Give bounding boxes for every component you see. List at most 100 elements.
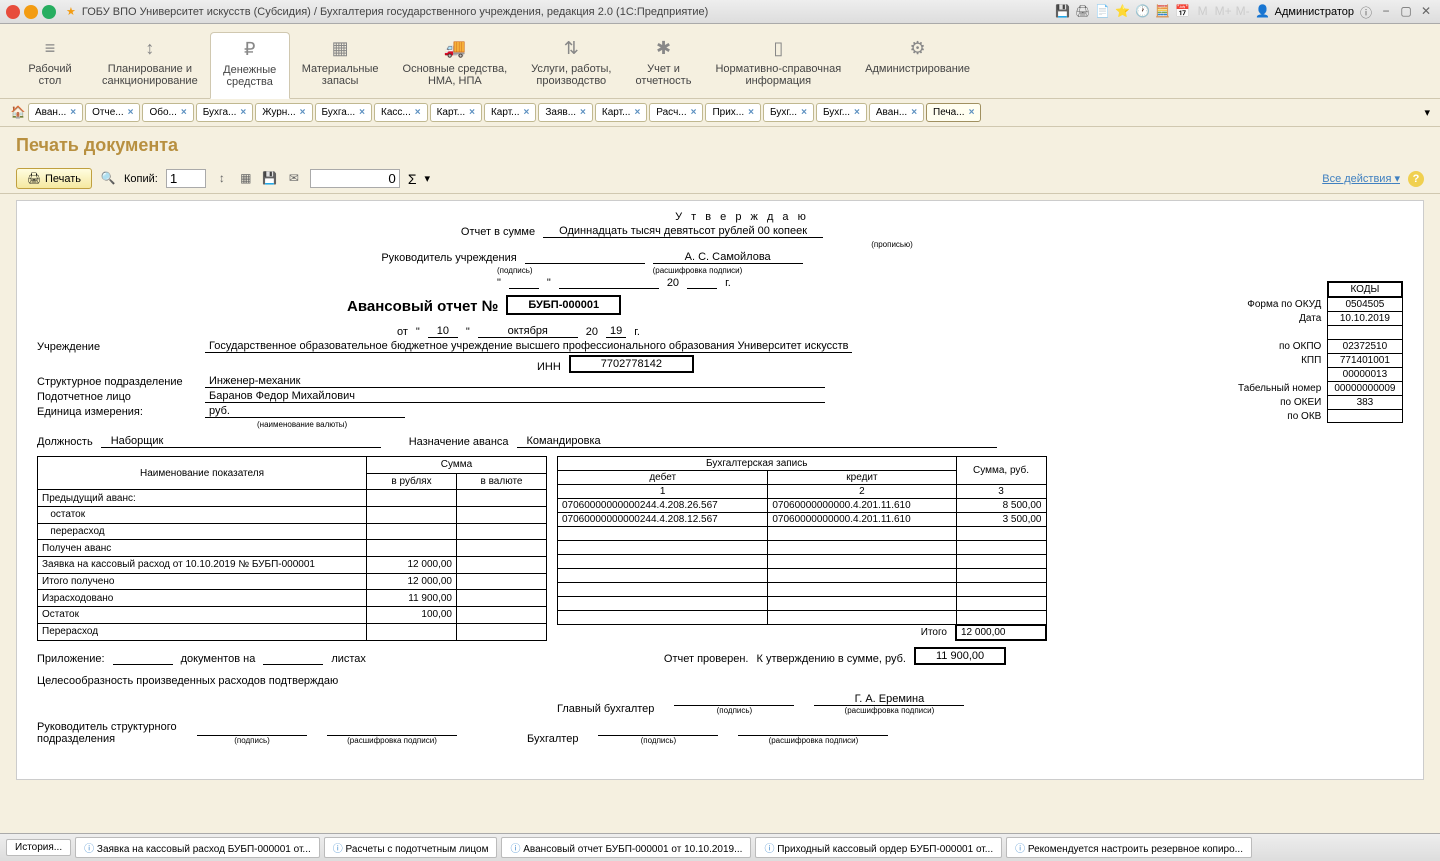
- tab[interactable]: Расч...×: [649, 103, 703, 122]
- m-icon[interactable]: M: [1195, 4, 1211, 20]
- head-label: Руководитель учреждения: [381, 252, 516, 264]
- preview-icon[interactable]: 🔍: [100, 171, 116, 187]
- minimize-icon[interactable]: [24, 5, 38, 19]
- doc-icon[interactable]: 📄: [1095, 4, 1111, 20]
- table-row: Заявка на кассовый расход от 10.10.2019 …: [38, 557, 547, 574]
- tab[interactable]: Карт...×: [595, 103, 647, 122]
- all-actions-link[interactable]: Все действия ▾: [1322, 172, 1400, 185]
- nav-item[interactable]: ↕Планирование исанкционирование: [90, 32, 210, 98]
- tab[interactable]: Бухг...×: [816, 103, 867, 122]
- right-table: Бухгалтерская записьСумма, руб. дебеткре…: [557, 456, 1047, 641]
- report-sum-label: Отчет в сумме: [461, 226, 535, 238]
- report-sum: Одиннадцать тысяч девятьсот рублей 00 ко…: [543, 225, 823, 238]
- fav-icon[interactable]: ⭐: [1115, 4, 1131, 20]
- history-button[interactable]: История...: [6, 839, 71, 856]
- table-row: [558, 597, 1047, 611]
- status-item[interactable]: ⓘ Рекомендуется настроить резервное копи…: [1006, 837, 1252, 858]
- sigma-icon[interactable]: Σ: [408, 171, 417, 187]
- help-icon[interactable]: ?: [1408, 171, 1424, 187]
- copies-input[interactable]: [166, 169, 206, 188]
- tab[interactable]: Карт...×: [484, 103, 536, 122]
- head-name: А. С. Самойлова: [653, 251, 803, 264]
- close-icon[interactable]: [6, 5, 20, 19]
- tab[interactable]: Бухг...×: [763, 103, 814, 122]
- cal-icon[interactable]: 📅: [1175, 4, 1191, 20]
- status-item[interactable]: ⓘ Приходный кассовый ордер БУБП-000001 о…: [755, 837, 1002, 858]
- nav-item[interactable]: ≡Рабочийстол: [10, 32, 90, 98]
- tab[interactable]: Обо...×: [142, 103, 193, 122]
- tab-close-icon[interactable]: ×: [911, 107, 917, 118]
- mail-icon[interactable]: ✉: [286, 171, 302, 187]
- tab-close-icon[interactable]: ×: [524, 107, 530, 118]
- tab[interactable]: Карт...×: [430, 103, 482, 122]
- tab-close-icon[interactable]: ×: [70, 107, 76, 118]
- mplus-icon[interactable]: M+: [1215, 4, 1231, 20]
- save-icon[interactable]: 💾: [1055, 4, 1071, 20]
- tab-close-icon[interactable]: ×: [128, 107, 134, 118]
- table-row: [558, 569, 1047, 583]
- user-name: Администратор: [1275, 6, 1354, 18]
- tab[interactable]: Журн...×: [255, 103, 312, 122]
- document-area[interactable]: У т в е р ж д а ю Отчет в сумме Одиннадц…: [16, 200, 1424, 780]
- inn-label: ИНН: [537, 361, 561, 373]
- tab[interactable]: Касс...×: [374, 103, 428, 122]
- approve-header: У т в е р ж д а ю: [437, 211, 1047, 223]
- tab-close-icon[interactable]: ×: [415, 107, 421, 118]
- print-icon[interactable]: 🖨: [1075, 4, 1091, 20]
- exit-icon[interactable]: ✕: [1418, 4, 1434, 20]
- tab-close-icon[interactable]: ×: [801, 107, 807, 118]
- nav-item[interactable]: ⚙Администрирование: [853, 32, 982, 98]
- star-icon[interactable]: ★: [66, 5, 76, 18]
- num-input[interactable]: [310, 169, 400, 188]
- tabs-dropdown-icon[interactable]: ▾: [1424, 106, 1430, 119]
- maximize-icon[interactable]: [42, 5, 56, 19]
- tab-close-icon[interactable]: ×: [300, 107, 306, 118]
- doc-title: Авансовый отчет №: [347, 298, 498, 315]
- tab-close-icon[interactable]: ×: [359, 107, 365, 118]
- grid-icon[interactable]: ▦: [238, 171, 254, 187]
- tab[interactable]: Бухга...×: [196, 103, 254, 122]
- nav-item[interactable]: ⇅Услуги, работы,производство: [519, 32, 623, 98]
- clock-icon[interactable]: 🕐: [1135, 4, 1151, 20]
- tab-close-icon[interactable]: ×: [969, 107, 975, 118]
- tab-close-icon[interactable]: ×: [469, 107, 475, 118]
- tab[interactable]: Аван...×: [28, 103, 83, 122]
- tab[interactable]: Заяв...×: [538, 103, 593, 122]
- tab-close-icon[interactable]: ×: [634, 107, 640, 118]
- nav-item[interactable]: ▦Материальныезапасы: [290, 32, 391, 98]
- nav-item[interactable]: ₽Денежныесредства: [210, 32, 290, 99]
- tab-close-icon[interactable]: ×: [580, 107, 586, 118]
- print-button[interactable]: 🖨 Печать: [16, 168, 92, 189]
- disk-icon[interactable]: 💾: [262, 171, 278, 187]
- calc-icon[interactable]: 🧮: [1155, 4, 1171, 20]
- nav-item[interactable]: 🚚Основные средства,НМА, НПА: [391, 32, 520, 98]
- tab[interactable]: Отче...×: [85, 103, 140, 122]
- tab-close-icon[interactable]: ×: [691, 107, 697, 118]
- codes-table: КОДЫ Форма по ОКУД0504505 Дата10.10.2019…: [1232, 281, 1403, 423]
- tab[interactable]: Печа...×: [926, 103, 981, 122]
- table-row: [558, 583, 1047, 597]
- home-icon[interactable]: 🏠: [10, 105, 26, 121]
- tab[interactable]: Бухга...×: [315, 103, 373, 122]
- max-icon[interactable]: ▢: [1398, 4, 1414, 20]
- info-icon[interactable]: ⓘ: [1358, 4, 1374, 20]
- tab-close-icon[interactable]: ×: [240, 107, 246, 118]
- propisyu-hint: (прописью): [737, 240, 1047, 249]
- tab-close-icon[interactable]: ×: [181, 107, 187, 118]
- min-icon[interactable]: −: [1378, 4, 1394, 20]
- spin-icon[interactable]: ↕: [214, 171, 230, 187]
- table-row: Итого получено12 000,00: [38, 573, 547, 590]
- tab[interactable]: Аван...×: [869, 103, 924, 122]
- mminus-icon[interactable]: M-: [1235, 4, 1251, 20]
- status-item[interactable]: ⓘ Расчеты с подотчетным лицом: [324, 837, 498, 858]
- status-item[interactable]: ⓘ Заявка на кассовый расход БУБП-000001 …: [75, 837, 320, 858]
- tab-close-icon[interactable]: ×: [748, 107, 754, 118]
- nav-item[interactable]: ✱Учет иотчетность: [623, 32, 703, 98]
- tab-close-icon[interactable]: ×: [854, 107, 860, 118]
- nav-item[interactable]: ▯Нормативно-справочнаяинформация: [703, 32, 853, 98]
- sigma-dropdown[interactable]: ▾: [425, 172, 431, 185]
- status-item[interactable]: ⓘ Авансовый отчет БУБП-000001 от 10.10.2…: [501, 837, 751, 858]
- tabs-row: 🏠 Аван...×Отче...×Обо...×Бухга...×Журн..…: [0, 99, 1440, 127]
- tab[interactable]: Прих...×: [705, 103, 761, 122]
- table-row: [558, 527, 1047, 541]
